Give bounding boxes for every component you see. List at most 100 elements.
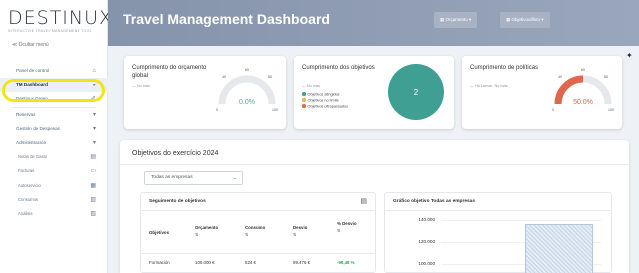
sidebar-item-gestion-de-despesas[interactable]: Gestión de Despesas ▾ [0, 122, 108, 136]
subcard-title: Gráfico objetivo Todas as empresas [393, 199, 476, 204]
table-cell: 100.000 € [195, 260, 215, 265]
sidebar-item-label: Autoservicio [18, 182, 41, 188]
highlight-annotation [2, 79, 105, 102]
sidebar-item-label: Reservas [16, 111, 36, 117]
column-header-label: % Desvio [337, 221, 357, 226]
card-title: Cumprimento do orçamento global [132, 65, 207, 79]
sidebar-item-label: Consumos [18, 196, 39, 202]
card-title: Cumprimento de políticas [470, 65, 539, 71]
objectives-donut: 2 [388, 64, 444, 120]
sidebar-item-label: Panel de control [16, 68, 50, 73]
sidebar-subitem-consumos[interactable]: Consumos ▥ [0, 193, 108, 207]
column-header[interactable]: % Desvio ⇅ [337, 221, 359, 233]
chart-bar[interactable] [525, 224, 593, 273]
grid-icon: ▦ [90, 182, 96, 189]
sidebar-subitem-facturas[interactable]: Facturas ▭ [0, 164, 108, 178]
objectives-dropdown[interactable]: ▦ Objetivos/libro ▾ [500, 12, 550, 28]
gauge-tick: 0 [216, 108, 218, 112]
legend-label: Objetivos atingidos [307, 92, 340, 97]
document-icon: ▤ [90, 154, 96, 161]
sidebar-item-label: Administración [16, 139, 47, 145]
app-logo[interactable]: DESTINUX [8, 7, 113, 29]
pin-icon[interactable]: ✦ [626, 51, 634, 61]
export-icon[interactable]: ▤ [360, 197, 367, 205]
chevron-down-icon: ▾ [92, 111, 96, 118]
chevron-down-icon: ▾ [92, 139, 96, 146]
sidebar-item-label: Facturas [18, 168, 35, 174]
column-header[interactable]: Desvio ⇅ [293, 225, 307, 237]
donut-value: 2 [414, 88, 419, 97]
objectives-chart-card: Gráfico objetivo Todas as empresas 140.0… [384, 192, 612, 273]
y-tick-label: 120.000 [418, 239, 435, 244]
legend-label: Objetivos no límite [307, 98, 339, 103]
analysis-icon: ▥ [90, 210, 96, 217]
chevron-down-icon: ⌄ [232, 175, 237, 181]
company-select-value: Todas as empresas [151, 175, 193, 180]
legend-dot [302, 92, 306, 96]
sidebar: DESTINUX INTERACTIVE TRAVEL MANAGEMENT T… [0, 0, 112, 273]
gauge-tick: 60 [245, 68, 249, 72]
objectives-tracking-card: Seguimento de objetivos ▤ Objetivos Orça… [140, 192, 376, 273]
divider [141, 253, 375, 254]
card-title: Cumprimento dos objetivos [302, 65, 375, 71]
page-title: Travel Management Dashboard [123, 11, 330, 27]
filter-icon[interactable]: ⇅ [337, 228, 359, 234]
filter-icon[interactable]: ⇅ [293, 232, 307, 238]
sidebar-subitem-analisis[interactable]: Análisis ▥ [0, 207, 108, 221]
gauge-tick: 0 [552, 108, 554, 112]
budget-compliance-card: Cumprimento do orçamento global — No más… [124, 56, 286, 129]
top-header: Travel Management Dashboard ▦ Orçamento … [108, 0, 639, 46]
legend-dot [302, 98, 306, 102]
divider [141, 210, 375, 211]
invoice-icon: ▭ [90, 168, 96, 175]
filter-icon[interactable]: ⇅ [245, 232, 265, 238]
panel-title: Objetivos do exercício 2024 [132, 150, 219, 157]
company-select[interactable]: Todas as empresas ⌄ [144, 171, 243, 185]
legend-dot [302, 104, 306, 108]
column-header-label: Orçamento [195, 225, 219, 230]
sidebar-item-administracion[interactable]: Administración ▾ [0, 136, 108, 150]
hide-menu-label: Ocultar menú [18, 42, 49, 48]
column-header-label: Objetivos [149, 230, 170, 235]
legend-label: Objetivos ultrapassados [307, 104, 349, 109]
card-subtitle: — No más [132, 84, 150, 88]
card-subtitle: — Há Larnac. No más [470, 84, 508, 88]
chart-bars-icon: ▥ [90, 196, 96, 203]
gauge-tick: 40 [222, 75, 226, 79]
sidebar-item-label: Gestión de Despesas [16, 125, 60, 131]
legend-item: Objetivos ultrapassados [302, 104, 348, 110]
gauge-value: 0.0% [239, 99, 255, 106]
divider [120, 164, 629, 165]
objectives-legend: Objetivos atingidos Objetivos no límite … [302, 92, 348, 110]
table-cell: 99.476 € [293, 260, 311, 265]
sidebar-item-label: Análisis [18, 210, 33, 216]
table-cell: Formación [149, 260, 170, 265]
gauge-tick: 80 [268, 75, 272, 79]
sidebar-subitem-notas-de-gasto[interactable]: Notas de Gasto ▤ [0, 150, 108, 164]
gauge-tick: 100 [608, 108, 614, 112]
gauge-tick: 80 [604, 75, 608, 79]
table-cell: -99,48 % [337, 260, 355, 265]
y-tick-label: 100.000 [418, 261, 435, 266]
policy-compliance-card: Cumprimento de políticas — Há Larnac. No… [462, 56, 622, 129]
gauge-tick: 100 [272, 108, 278, 112]
collapse-icon: ≪ [12, 42, 19, 48]
gridline [441, 220, 601, 221]
hide-menu-button[interactable]: ≪ Ocultar menú [12, 42, 49, 48]
budget-gauge: 0.0% 0 40 60 80 100 [216, 68, 278, 112]
sidebar-subitem-autoservicio[interactable]: Autoservicio ▦ [0, 179, 108, 193]
budget-dropdown[interactable]: ▦ Orçamento ▾ [434, 12, 478, 28]
card-subtitle: — No más [302, 84, 320, 88]
column-header[interactable]: Objetivos [149, 230, 169, 236]
filter-icon[interactable]: ⇅ [195, 232, 218, 238]
subcard-title: Seguimento de objetivos [149, 199, 206, 204]
home-icon: ⌂ [92, 68, 96, 74]
y-tick-label: 140.000 [418, 217, 435, 222]
sidebar-item-reservas[interactable]: Reservas ▾ [0, 108, 108, 122]
sidebar-item-label: Notas de Gasto [18, 154, 48, 160]
column-header[interactable]: Consumo ⇅ [245, 225, 265, 237]
gauge-tick: 60 [581, 68, 585, 72]
column-header[interactable]: Orçamento ⇅ [195, 225, 218, 237]
divider [385, 210, 611, 211]
sidebar-item-panel-de-control[interactable]: Panel de control ⌂ [0, 64, 108, 78]
